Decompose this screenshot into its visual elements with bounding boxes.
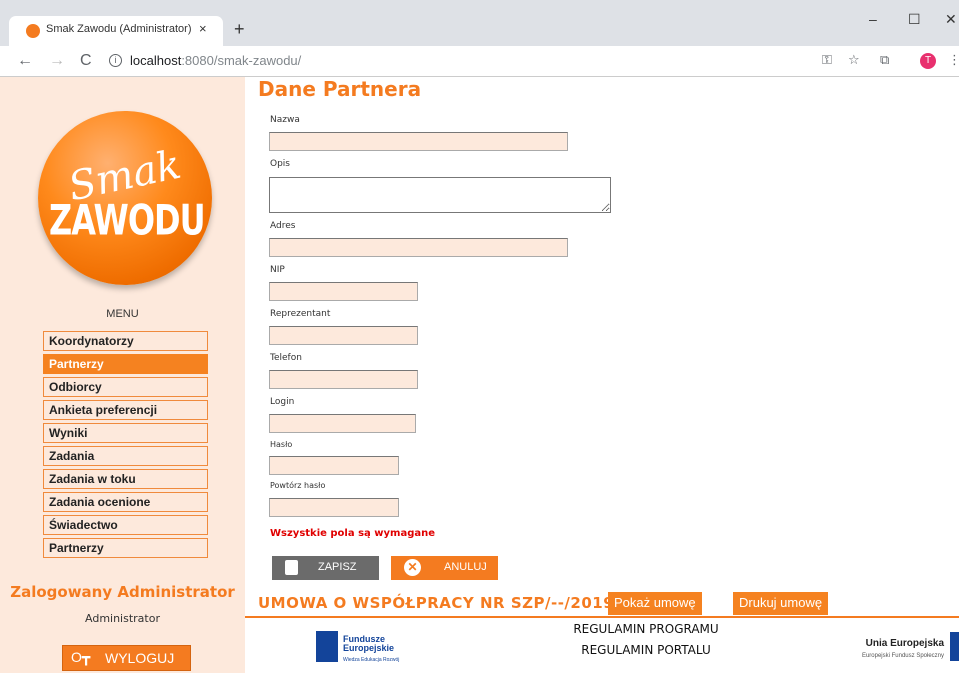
sidebar-item-ankieta[interactable]: Ankieta preferencji [43,400,208,420]
print-contract-button[interactable]: Drukuj umowę [733,592,829,615]
logged-in-label: Zalogowany Administrator [10,583,235,601]
login-input[interactable] [269,414,416,433]
fundusze-europejskie-text: Fundusze Europejskie [343,635,394,653]
nip-input[interactable] [269,282,418,301]
browser-menu-icon[interactable]: ⋮ [948,53,959,68]
logout-button[interactable]: O┳ WYLOGUJ [62,645,191,671]
label-haslo: Hasło [270,440,293,449]
sidebar-item-partnerzy[interactable]: Partnerzy [43,354,208,374]
label-telefon: Telefon [270,353,302,363]
browser-tab-bar: Smak Zawodu (Administrator) × + – ☐ ✕ [0,0,959,46]
sidebar-item-swiadectwo[interactable]: Świadectwo [43,515,208,535]
maximize-icon[interactable]: ☐ [908,11,921,28]
save-button[interactable]: ZAPISZ [272,556,379,580]
sidebar-item-wyniki[interactable]: Wyniki [43,423,208,443]
contract-title: UMOWA O WSPÓŁPRACY NR SZP/--/2019 [258,594,615,612]
sidebar-item-zadania[interactable]: Zadania [43,446,208,466]
sidebar-menu: Koordynatorzy Partnerzy Odbiorcy Ankieta… [43,331,208,561]
label-login: Login [270,397,295,407]
browser-tab[interactable]: Smak Zawodu (Administrator) × [9,16,223,46]
sidebar-item-koordynatorzy[interactable]: Koordynatorzy [43,331,208,351]
logo-text-bottom: ZAWODU [49,195,206,245]
cancel-button-label: ANULUJ [444,561,487,573]
logged-in-user: Administrator [85,612,160,625]
label-powtorz-haslo: Powtórz hasło [270,481,326,490]
floppy-disk-icon [285,560,298,575]
show-contract-button[interactable]: Pokaż umowę [608,592,702,615]
reprezentant-input[interactable] [269,326,418,345]
smak-zawodu-logo: Smak ZAWODU [38,111,212,285]
cancel-x-icon: ✕ [404,559,421,576]
page-title: Dane Partnera [258,77,422,101]
profile-avatar[interactable]: T [920,53,936,69]
site-info-icon[interactable]: i [109,54,122,67]
close-window-icon[interactable]: ✕ [945,11,957,28]
opis-textarea[interactable] [269,177,611,213]
eu-flag-icon [950,632,959,661]
minimize-icon[interactable]: – [869,11,877,27]
footer-link-regulamin-portalu[interactable]: REGULAMIN PORTALU [520,643,772,657]
sidebar-item-zadania-w-toku[interactable]: Zadania w toku [43,469,208,489]
extension-icon[interactable]: ⧉ [880,53,889,68]
back-icon[interactable]: ← [17,52,33,70]
logout-label: WYLOGUJ [105,650,175,666]
sidebar-item-partnerzy-2[interactable]: Partnerzy [43,538,208,558]
label-nazwa: Nazwa [270,115,300,125]
forward-icon[interactable]: → [49,52,65,70]
reload-icon[interactable]: C [80,52,92,70]
star-icon[interactable]: ☆ [848,53,860,68]
tab-title: Smak Zawodu (Administrator) [46,23,192,35]
label-reprezentant: Reprezentant [270,309,331,319]
key-icon[interactable]: ⚿ [822,53,832,68]
tab-close-icon[interactable]: × [199,21,207,36]
footer-divider [245,616,959,618]
menu-title: MENU [106,308,139,320]
adres-input[interactable] [269,238,568,257]
url-path: :8080/smak-zawodu/ [181,53,302,68]
telefon-input[interactable] [269,370,418,389]
repeat-password-input[interactable] [269,498,399,517]
ue-title: Unia Europejska [865,638,944,649]
url-host: localhost [130,53,182,68]
label-opis: Opis [270,159,290,169]
ue-subtitle: Europejski Fundusz Społeczny [861,653,944,659]
required-note: Wszystkie pola są wymagane [270,528,435,539]
password-input[interactable] [269,456,399,475]
label-nip: NIP [270,265,285,275]
fe-subtitle: Wiedza Edukacja Rozwój [343,657,400,663]
new-tab-icon[interactable]: + [234,19,245,40]
favicon-icon [26,24,40,38]
key-icon: O┳ [71,649,91,665]
save-button-label: ZAPISZ [318,561,357,573]
footer-link-regulamin-programu[interactable]: REGULAMIN PROGRAMU [520,622,772,636]
sidebar-item-zadania-ocenione[interactable]: Zadania ocenione [43,492,208,512]
label-adres: Adres [270,221,296,231]
nazwa-input[interactable] [269,132,568,151]
sidebar-item-odbiorcy[interactable]: Odbiorcy [43,377,208,397]
cancel-button[interactable]: ✕ ANULUJ [391,556,498,580]
url-field[interactable]: localhost:8080/smak-zawodu/ [130,53,301,68]
fe-line2: Europejskie [343,643,395,653]
fundusze-europejskie-logo-icon [316,631,338,662]
address-bar: ← → C i localhost:8080/smak-zawodu/ ⚿ ☆ … [0,46,959,77]
